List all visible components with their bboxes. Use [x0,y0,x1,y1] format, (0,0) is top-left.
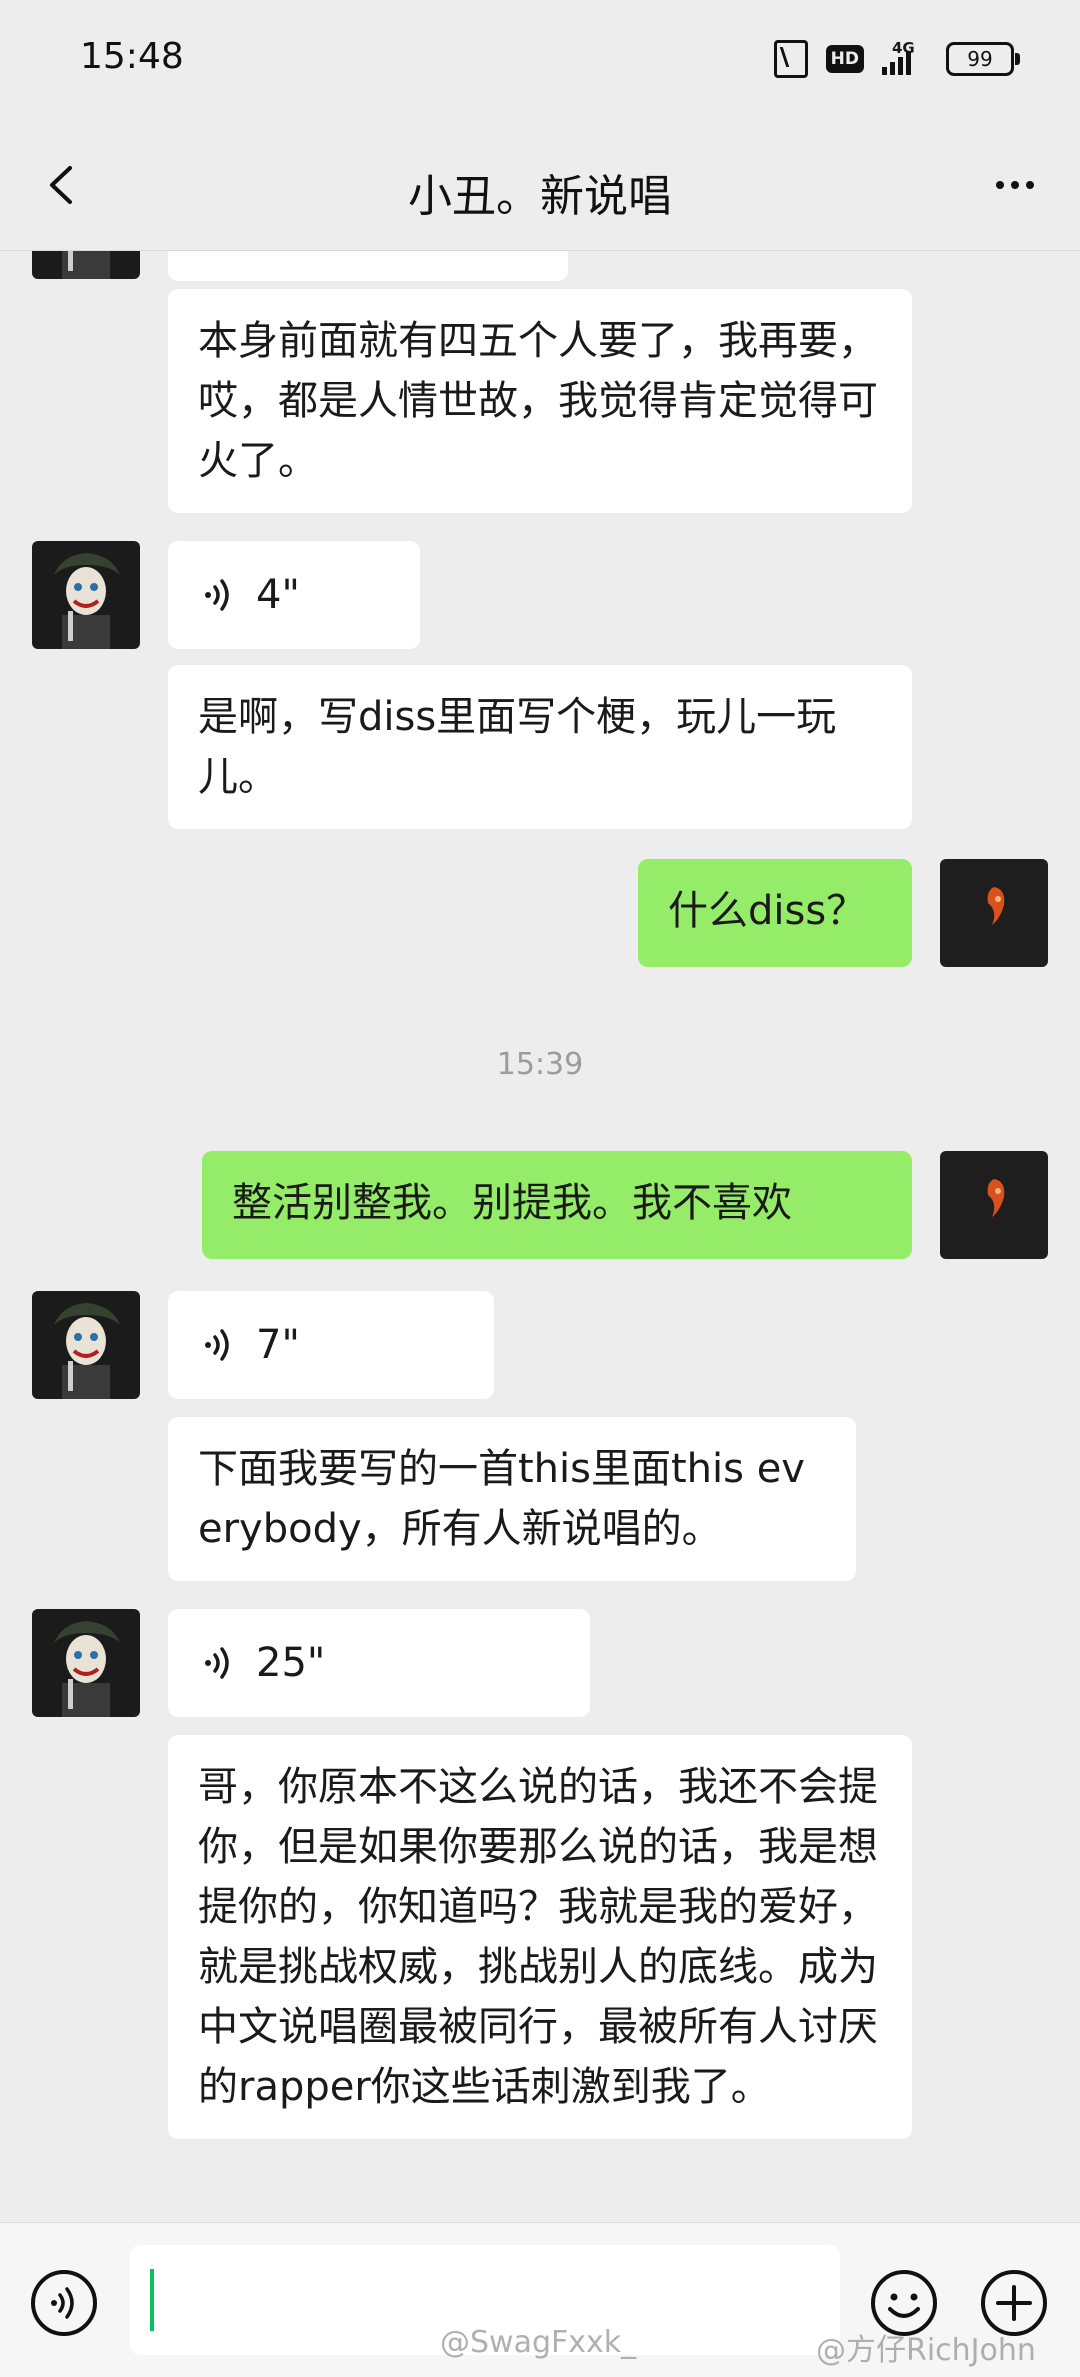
joker-avatar-icon [32,251,140,279]
voice-duration: 25" [256,1640,326,1686]
joker-avatar-icon [32,1609,140,1717]
voice-message-bubble[interactable]: 4" [168,541,420,649]
voice-mode-icon [31,2270,97,2336]
watermark-right: @方仔RichJohn [816,2333,1036,2368]
more-dots-icon [996,181,1034,189]
voice-wave-icon [198,1643,238,1683]
voice-duration: 7" [256,1322,300,1368]
joker-avatar-icon [32,1291,140,1399]
chat-title: 小丑。新说唱 [408,171,672,222]
voice-duration: 4" [256,572,300,618]
voice-message-bubble[interactable]: 7" [168,1291,494,1399]
contact-avatar[interactable] [32,1291,140,1399]
chat-header: 小丑。新说唱 [0,120,1080,251]
cellular-signal-icon: 4G [882,39,928,75]
message-bubble-received[interactable]: 下面我要写的一首this里面this everybody，所有人新说唱的。 [168,1417,856,1581]
contact-avatar[interactable] [32,541,140,649]
message-bubble-received[interactable]: 本身前面就有四五个人要了，我再要，哎，都是人情世故，我觉得肯定觉得可火了。 [168,289,912,513]
message-bubble-received[interactable]: 哥，你原本不这么说的话，我还不会提你，但是如果你要那么说的话，我是想提你的，你知… [168,1735,912,2139]
joker-avatar-icon [32,541,140,649]
voice-input-toggle-button[interactable] [28,2267,100,2339]
watermark-left: @SwagFxxk_ [440,2325,637,2360]
voice-wave-icon [198,575,238,615]
message-bubble-received[interactable]: 是啊，写diss里面写个梗，玩儿一玩儿。 [168,665,912,829]
battery-icon: 99 [946,42,1020,76]
message-bubble-partial[interactable] [168,251,568,281]
self-avatar-icon [940,1151,1048,1259]
contact-avatar[interactable] [32,1609,140,1717]
self-avatar[interactable] [940,1151,1048,1259]
voice-message-bubble[interactable]: 25" [168,1609,590,1717]
chat-message-list[interactable]: 本身前面就有四五个人要了，我再要，哎，都是人情世故，我觉得肯定觉得可火了。 4"… [0,251,1080,2221]
voice-wave-icon [198,1325,238,1365]
nfc-icon [773,40,808,78]
signal-bars [882,51,911,75]
more-options-button[interactable] [980,150,1050,220]
hd-icon: HD [825,45,864,73]
message-bubble-sent[interactable]: 什么diss？ [638,859,912,967]
status-time: 15:48 [80,36,184,77]
contact-avatar[interactable] [32,251,140,279]
self-avatar[interactable] [940,859,1048,967]
text-cursor [150,2269,154,2331]
message-timestamp: 15:39 [496,1047,584,1082]
chat-input-bar: @SwagFxxk_ @方仔RichJohn [0,2222,1080,2377]
self-avatar-icon [940,859,1048,967]
status-icons: HD 4G 99 [773,39,1020,78]
message-bubble-sent[interactable]: 整活别整我。别提我。我不喜欢 [202,1151,912,1259]
status-bar: 15:48 HD 4G 99 [0,0,1080,120]
